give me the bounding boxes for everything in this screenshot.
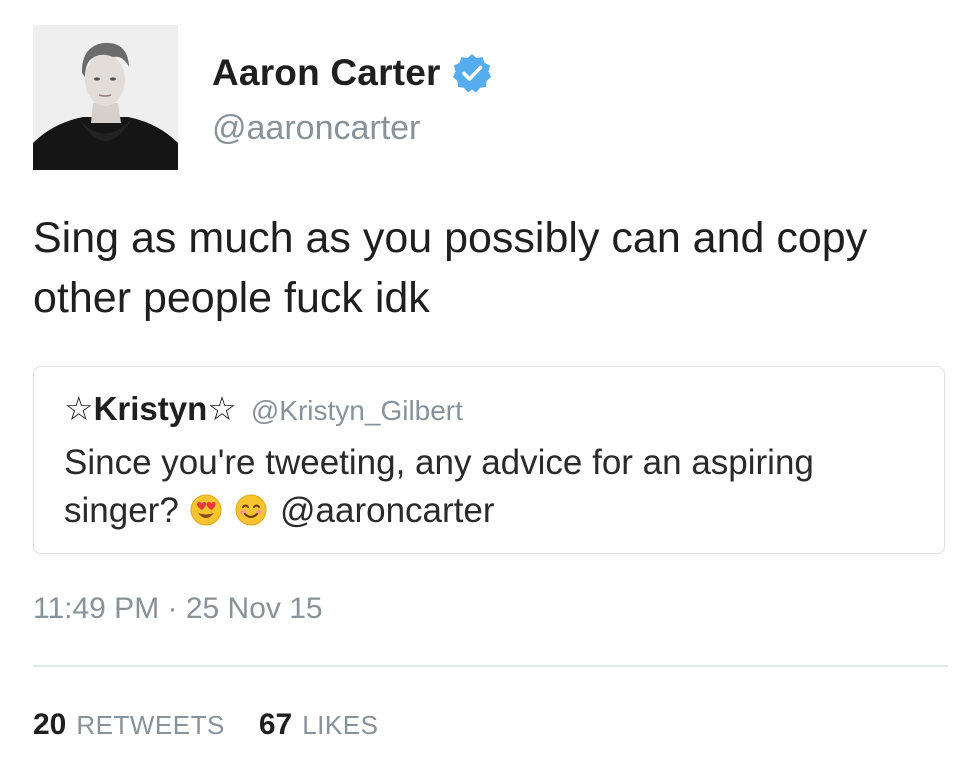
likes-label: LIKES [302, 710, 379, 740]
quoted-author-name: ☆Kristyn☆ [64, 390, 237, 427]
tweet-text: Sing as much as you possibly can and cop… [33, 208, 933, 328]
tweet-timestamp[interactable]: 11:49 PM · 25 Nov 15 [33, 592, 323, 626]
quoted-text-line-2: singer? @aaroncarter [64, 487, 914, 535]
heart-eyes-emoji-icon [189, 492, 223, 526]
likes-stat[interactable]: 67 LIKES [259, 708, 379, 742]
quoted-text-fragment: singer? [64, 491, 179, 530]
quoted-author-handle: @Kristyn_Gilbert [250, 395, 463, 426]
tweet-text-line: other people fuck idk [33, 274, 430, 322]
author-handle[interactable]: @aaroncarter [212, 109, 420, 148]
retweets-stat[interactable]: 20 RETWEETS [33, 708, 225, 742]
likes-count: 67 [258, 708, 293, 741]
smiling-emoji-icon [234, 492, 268, 526]
quoted-tweet-header: ☆Kristyn☆ @Kristyn_Gilbert [64, 389, 914, 433]
retweets-label: RETWEETS [76, 710, 225, 740]
quoted-tweet-text: Since you're tweeting, any advice for an… [64, 439, 914, 535]
author-display-name[interactable]: Aaron Carter [212, 52, 441, 94]
quoted-mention-link[interactable]: @aaroncarter [280, 491, 495, 530]
avatar-photo [33, 25, 178, 170]
divider [33, 665, 948, 667]
tweet-card: Aaron Carter @aaroncarter Sing as much a… [0, 0, 980, 780]
verified-badge-icon [451, 52, 493, 94]
tweet-text-line: Sing as much as you possibly can and cop… [33, 214, 868, 262]
author-name-row: Aaron Carter [212, 52, 493, 94]
retweets-count: 20 [33, 708, 67, 741]
quoted-tweet-card[interactable]: ☆Kristyn☆ @Kristyn_Gilbert Since you're … [33, 366, 945, 554]
quoted-text-line: Since you're tweeting, any advice for an… [64, 443, 814, 482]
tweet-stats: 20 RETWEETS 67 LIKES [33, 708, 378, 742]
avatar[interactable] [33, 25, 178, 170]
